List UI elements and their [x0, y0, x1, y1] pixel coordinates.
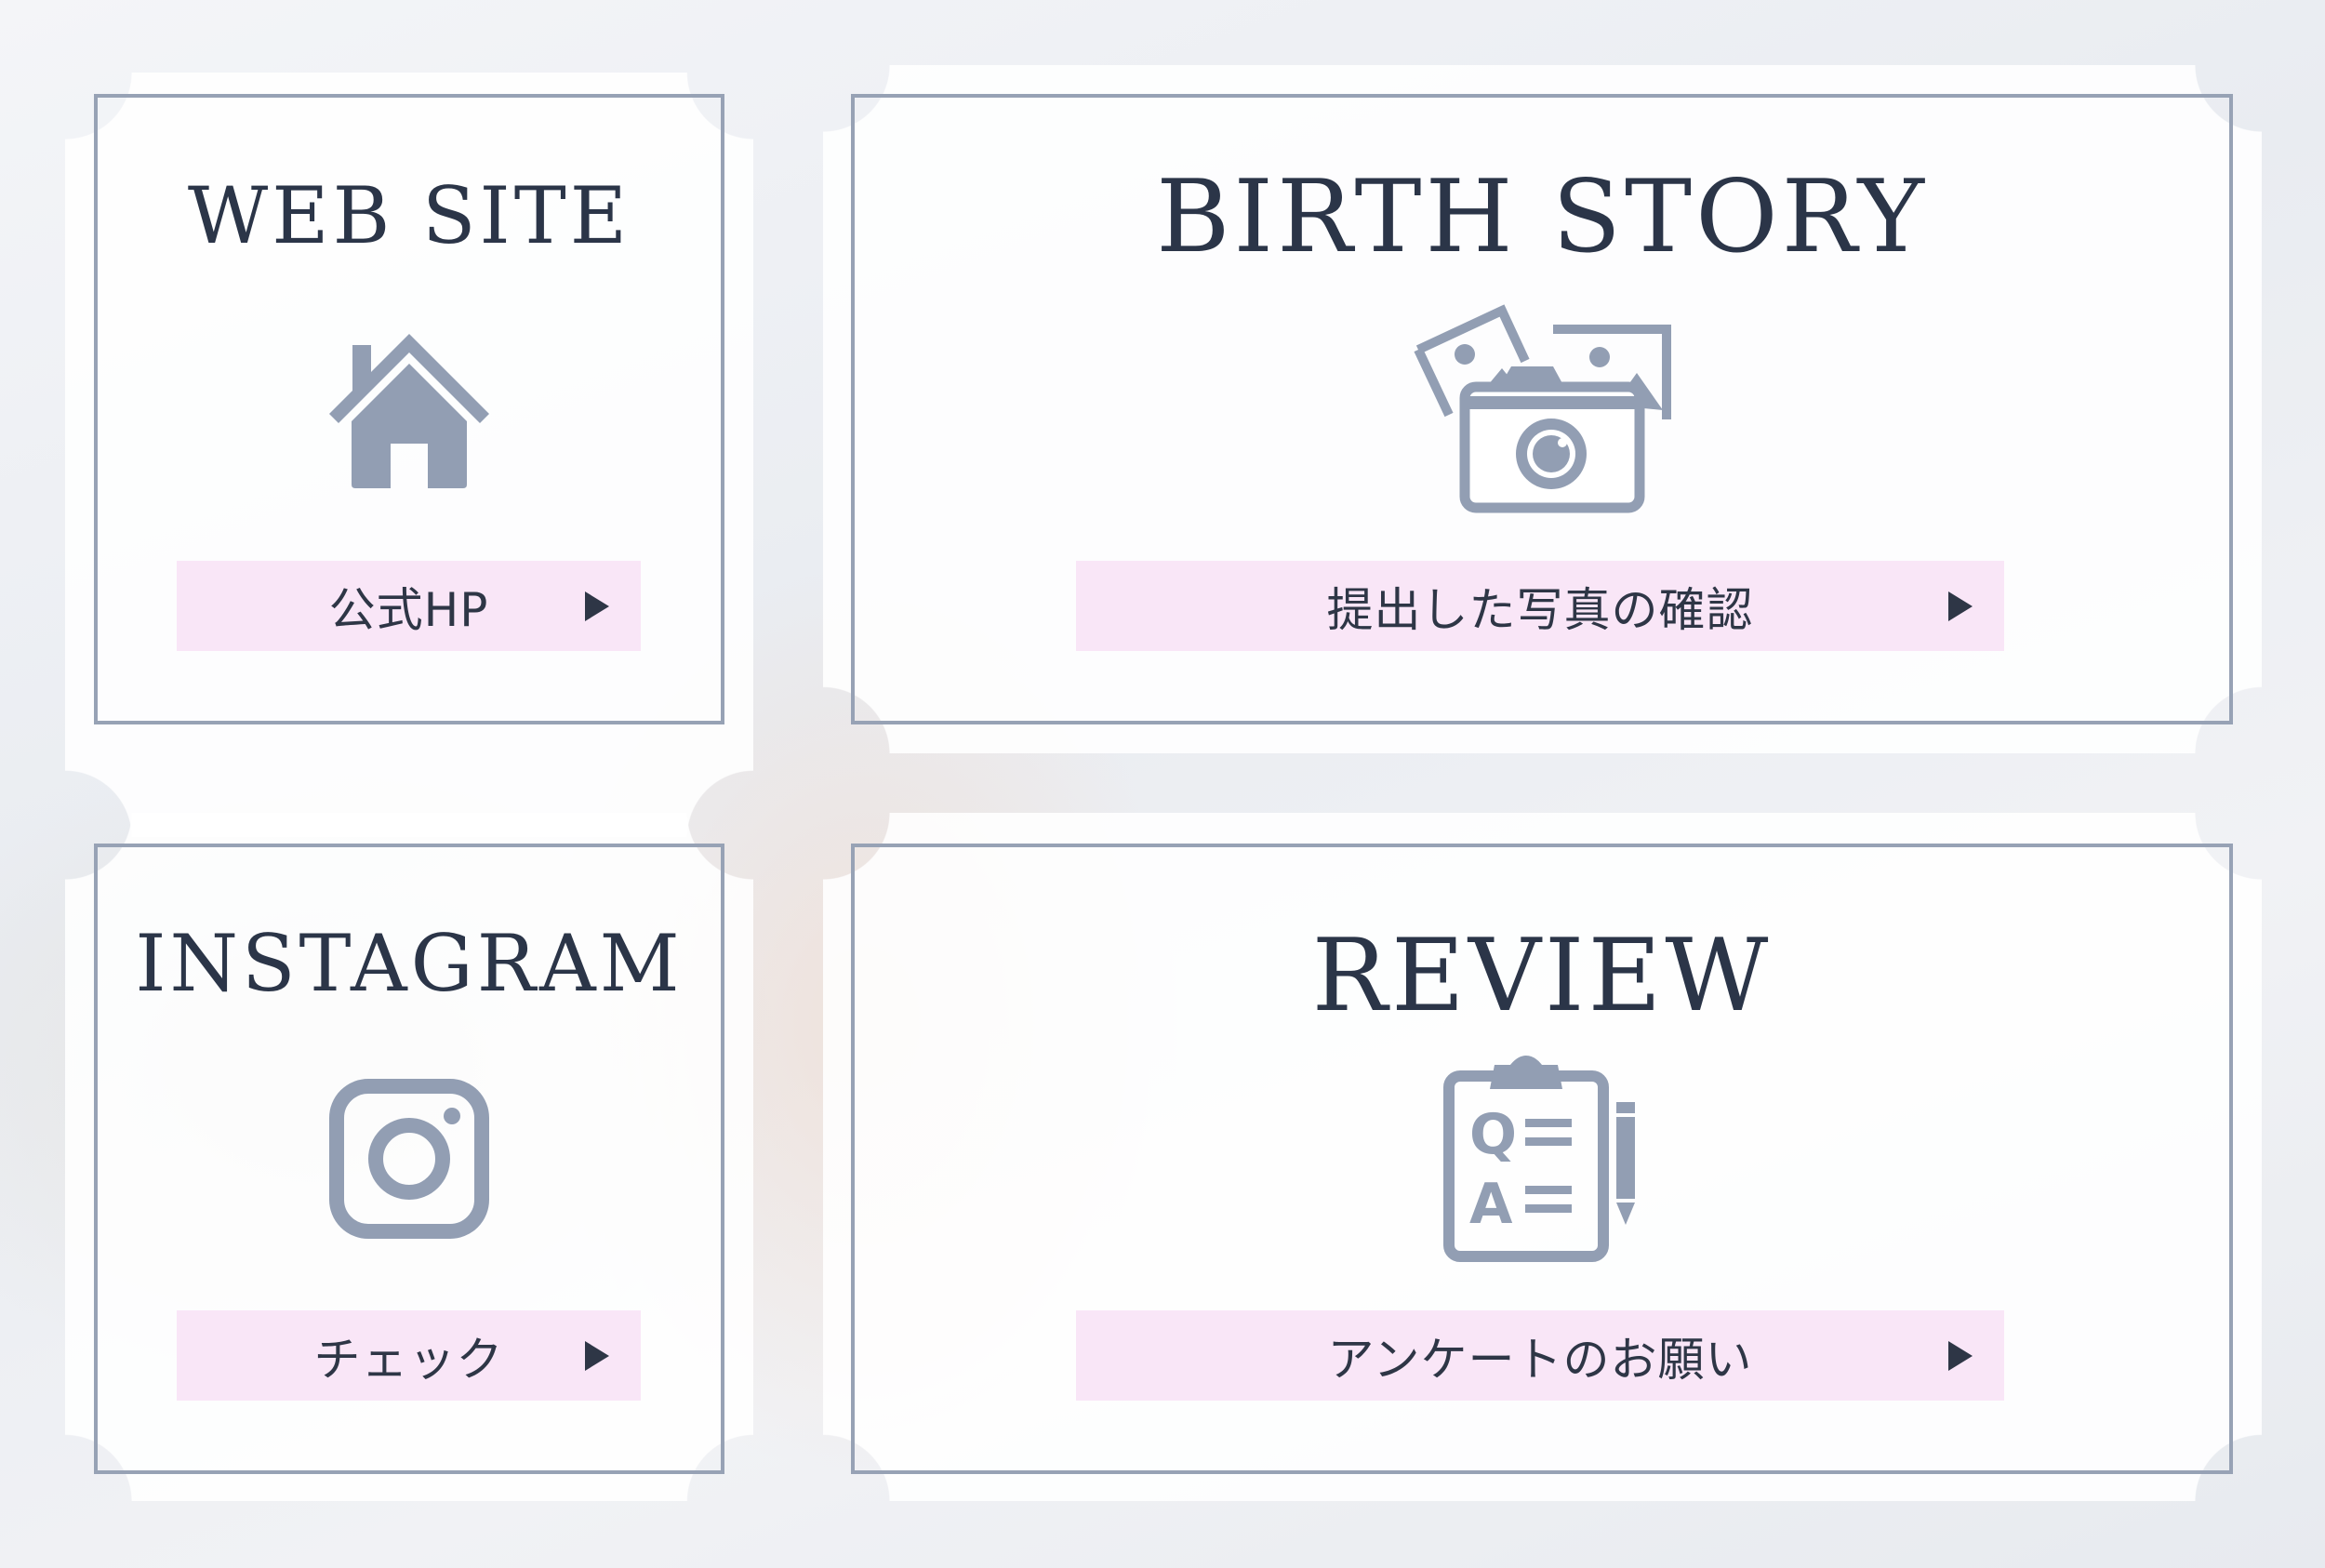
survey-request-button[interactable]: アンケートのお願い — [1076, 1310, 2004, 1401]
birth-story-section: BIRTH STORY 提出した写真の確認 — [851, 94, 2233, 724]
submitted-photos-button[interactable]: 提出した写真の確認 — [1076, 561, 2004, 651]
play-arrow-icon — [1948, 591, 1973, 621]
qa-clipboard-icon: Q A — [1443, 1056, 1635, 1262]
house-icon — [329, 334, 489, 488]
review-section: REVIEW Q A アンケートのお願い — [851, 844, 2233, 1474]
web-site-title: WEB SITE — [187, 170, 631, 261]
survey-request-label: アンケートのお願い — [1327, 1332, 1753, 1387]
instagram-check-button[interactable]: チェック — [177, 1310, 641, 1401]
birth-story-title: BIRTH STORY — [1156, 159, 1928, 275]
instagram-section: INSTAGRAM チェック — [94, 844, 724, 1474]
official-hp-button[interactable]: 公式HP — [177, 561, 641, 651]
submitted-photos-label: 提出した写真の確認 — [1326, 582, 1754, 637]
official-hp-label: 公式HP — [328, 582, 489, 637]
instagram-check-label: チェック — [313, 1332, 504, 1387]
play-arrow-icon — [585, 591, 609, 621]
play-arrow-icon — [1948, 1340, 1973, 1371]
review-title: REVIEW — [1311, 918, 1773, 1034]
web-site-section: WEB SITE 公式HP — [94, 94, 724, 724]
play-arrow-icon — [585, 1340, 609, 1371]
svg-text:Q: Q — [1469, 1102, 1517, 1167]
instagram-icon — [329, 1079, 489, 1239]
svg-text:A: A — [1469, 1172, 1513, 1237]
instagram-title: INSTAGRAM — [135, 918, 684, 1009]
camera-photos-icon — [1414, 304, 1671, 513]
